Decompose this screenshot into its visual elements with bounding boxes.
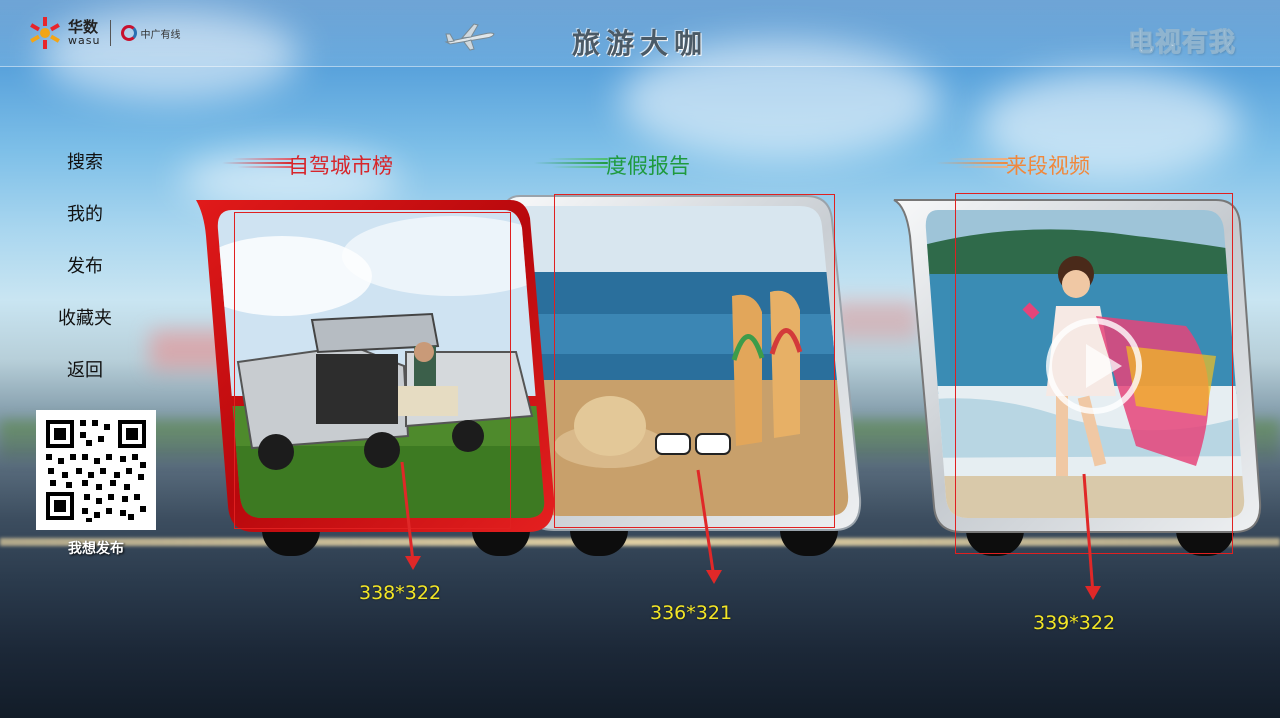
wasu-sun-icon: [28, 16, 62, 50]
qr-code[interactable]: [36, 410, 156, 530]
section-header-vacation: 度假报告: [534, 150, 734, 180]
airplane-icon: [444, 22, 496, 56]
speed-streak-decoration: [222, 156, 292, 174]
section-title-selfdrive[interactable]: 自驾城市榜: [288, 150, 393, 180]
partner-name: 中广有线: [140, 29, 181, 41]
partner-logo: 中广有线: [121, 25, 180, 41]
partner-ring-icon: [121, 25, 138, 41]
annotation-box: [234, 212, 511, 529]
dimension-label-vacation: 336*321: [650, 602, 733, 624]
speed-streak-decoration: [534, 156, 608, 174]
speed-streak-decoration: [936, 156, 1008, 174]
sidebar-item-favorites[interactable]: 收藏夹: [40, 300, 130, 352]
dimension-label-video: 339*322: [1033, 612, 1116, 634]
logo-text-en: wasu: [68, 34, 101, 47]
logo-text-cn: 华数: [68, 18, 99, 36]
wasu-logo: 华数 wasu 中广有线: [28, 16, 180, 50]
section-title-vacation[interactable]: 度假报告: [606, 150, 690, 180]
qr-label: 我想发布: [68, 541, 124, 557]
sidebar-item-mine[interactable]: 我的: [40, 196, 130, 248]
section-title-video[interactable]: 来段视频: [1006, 150, 1090, 180]
brand-slogan: 电视有我: [1127, 28, 1236, 59]
annotation-box: [554, 194, 835, 528]
qr-code-icon: [46, 420, 146, 522]
section-header-selfdrive: 自驾城市榜: [222, 150, 422, 180]
sidebar-item-publish[interactable]: 发布: [40, 248, 130, 300]
sidebar-item-search[interactable]: 搜索: [40, 144, 130, 196]
dimension-label-selfdrive: 338*322: [359, 582, 442, 604]
header-bar: 华数 wasu 中广有线 旅游大咖 电视有我: [0, 0, 1280, 67]
app-title: 旅游大咖: [572, 27, 709, 60]
logo-divider: [110, 20, 112, 46]
section-header-video: 来段视频: [936, 150, 1136, 180]
annotation-box: [955, 193, 1233, 554]
sidebar-item-back[interactable]: 返回: [40, 352, 130, 404]
sidebar-menu: 搜索 我的 发布 收藏夹 返回: [40, 144, 130, 404]
